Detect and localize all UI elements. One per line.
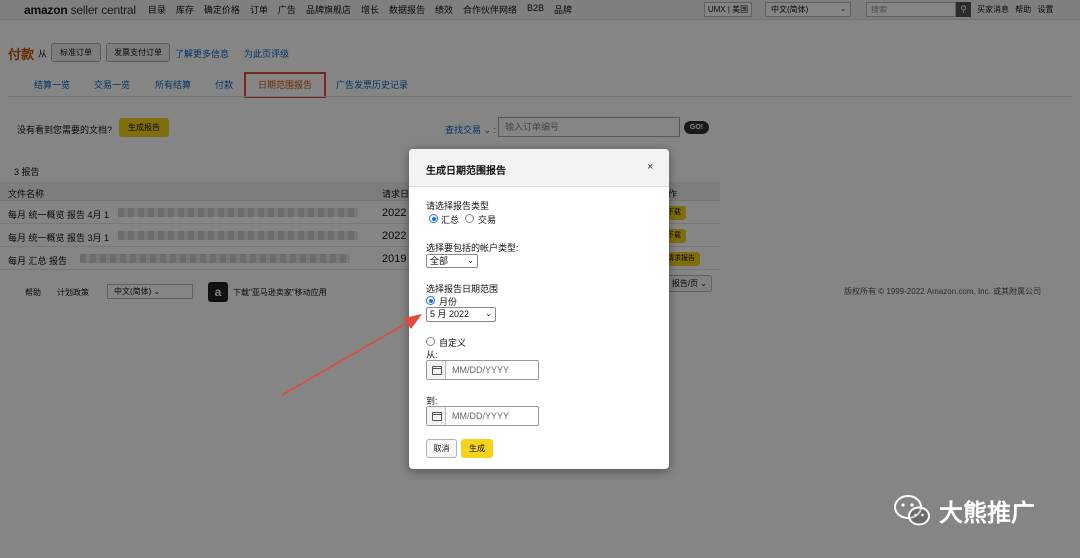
wechat-icon xyxy=(894,494,930,525)
watermark-text: 大熊推广 xyxy=(939,500,1035,527)
annotation-arrow-icon xyxy=(281,314,422,396)
watermark: 大熊推广 xyxy=(893,493,1035,528)
